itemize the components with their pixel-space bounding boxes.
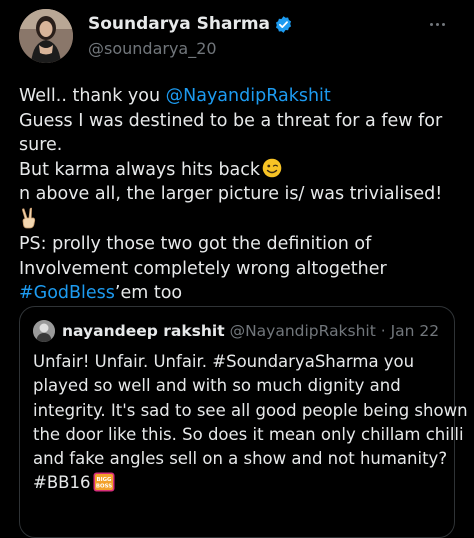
svg-text:BIGG: BIGG [97, 477, 113, 483]
quoted-line: the door like this. So does it mean only… [33, 424, 464, 444]
quoted-line: integrity. It's sad to see all good peop… [33, 400, 468, 420]
more-icon[interactable] [420, 17, 454, 31]
quoted-text: Unfair! Unfair. Unfair. #SoundaryaSharma… [33, 350, 468, 496]
author-name-row[interactable]: Soundarya Sharma [88, 14, 293, 34]
post-line: sure. [19, 135, 63, 155]
quoted-hashtag: #BB16 [33, 473, 91, 493]
post-line: n above all, the larger picture is/ was … [19, 184, 443, 204]
quoted-line: played so well and with so much dignity … [33, 376, 401, 396]
quoted-header: nayandeep rakshit @NayandipRakshit · Jan… [62, 322, 439, 340]
more-dot [429, 22, 433, 26]
verified-badge-icon [274, 15, 293, 34]
avatar[interactable] [19, 9, 73, 63]
quoted-author-handle: @NayandipRakshit [229, 322, 376, 340]
quoted-avatar [33, 320, 55, 342]
post-line [19, 207, 464, 233]
author-name[interactable]: Soundarya Sharma [88, 14, 270, 34]
more-dot [441, 22, 445, 26]
post-text: Well.. thank you @NayandipRakshit Guess … [19, 84, 464, 306]
more-dot [435, 22, 439, 26]
post-line: Guess I was destined to be a threat for … [19, 110, 443, 131]
svg-text:BOSS: BOSS [96, 484, 112, 490]
post-line-text: Well.. thank you [19, 86, 166, 106]
quoted-author-name: nayandeep rakshit [62, 322, 225, 340]
post-line-text: But karma always hits back [19, 159, 261, 180]
post-line-text: ’em too [114, 283, 183, 303]
post-line: Involvement completely wrong altogether [19, 258, 387, 279]
quoted-date: Jan 22 [390, 322, 440, 340]
winking-face-emoji [262, 158, 282, 178]
quoted-separator: · [375, 322, 391, 340]
author-handle[interactable]: @soundarya_20 [88, 39, 217, 58]
quoted-line: Unfair! Unfair. Unfair. #SoundaryaSharma… [33, 352, 415, 371]
post-line: PS: prolly those two got the definition … [19, 234, 372, 254]
quoted-line: #BB16 BIGG BOSS [33, 471, 448, 495]
quoted-line: and fake angles sell on a show and not h… [33, 449, 448, 469]
hashtag-link[interactable]: #GodBless [19, 283, 115, 303]
post-line: #GodBless’em too [19, 281, 464, 306]
victory-hand-emoji [19, 207, 39, 229]
post-line: But karma always hits back [19, 158, 464, 183]
quoted-tweet-card[interactable]: nayandeep rakshit @NayandipRakshit · Jan… [19, 306, 468, 538]
post-line: Well.. thank you @NayandipRakshit [19, 84, 464, 109]
bigg-boss-logo: BIGG BOSS [93, 472, 115, 492]
mention-link[interactable]: @NayandipRakshit [166, 86, 331, 106]
